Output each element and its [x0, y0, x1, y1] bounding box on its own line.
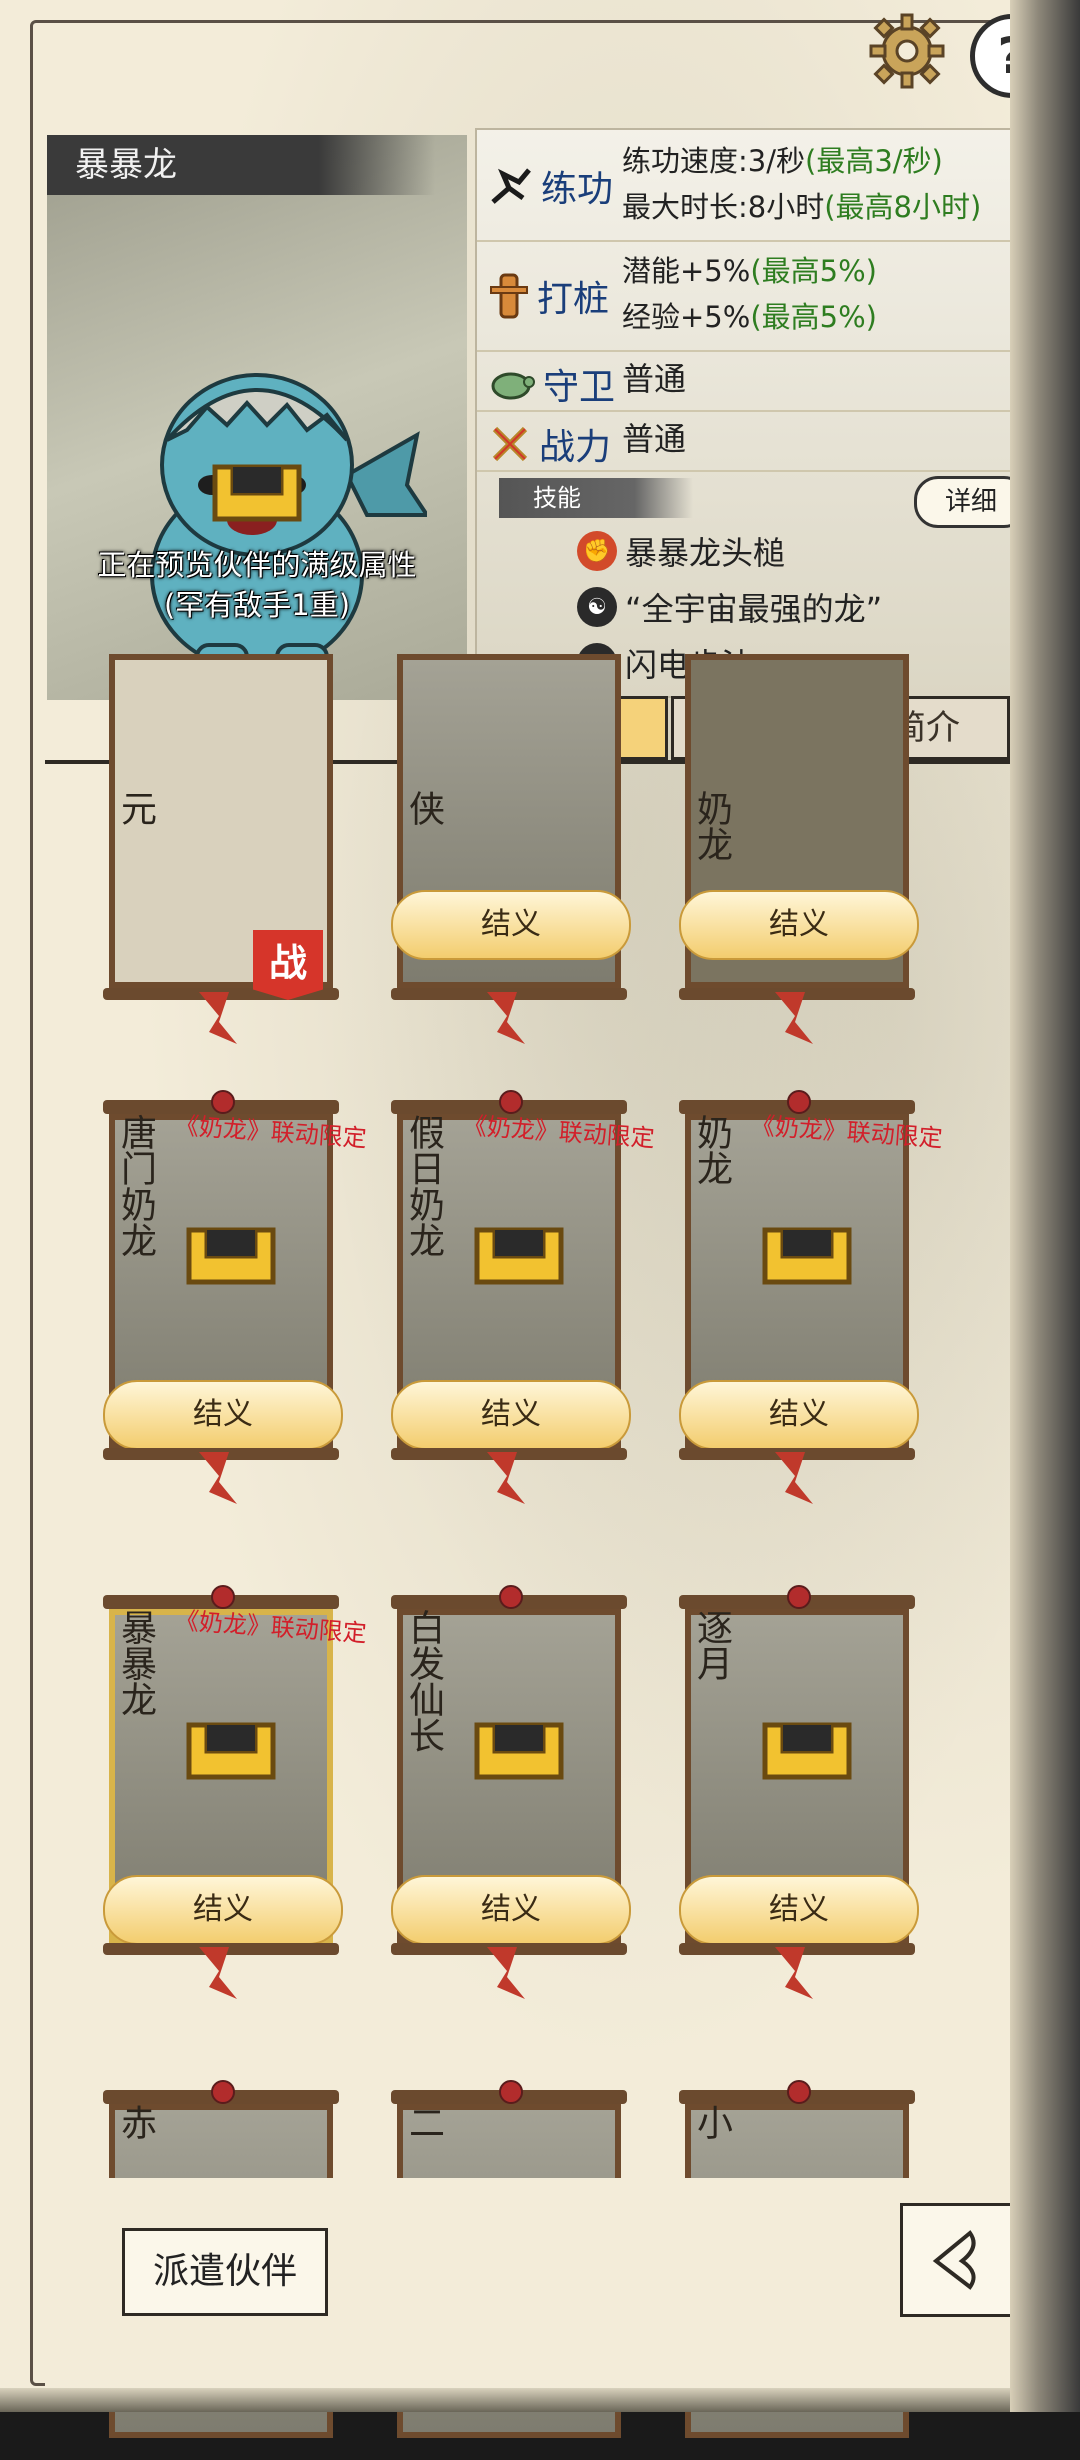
tassel-icon: [487, 992, 525, 1044]
card-name: 奶龙: [691, 1114, 732, 1186]
skill-item[interactable]: ☯ “全宇宙最强的龙”: [577, 584, 882, 630]
bond-button[interactable]: 结义: [103, 1380, 343, 1450]
train-label: 练功: [489, 160, 613, 212]
partner-card[interactable]: 奶龙 结义: [679, 640, 919, 1044]
lock-icon: [186, 1722, 276, 1780]
card-name: 赤: [115, 2104, 156, 2140]
guard-label: 守卫: [489, 358, 615, 410]
partner-card-selected[interactable]: 暴暴龙 《奶龙》联动限定 结义: [103, 1585, 368, 1999]
meditation-icon: ☯: [577, 587, 617, 627]
bond-button[interactable]: 结义: [679, 1875, 919, 1945]
stake-label: 打桩: [489, 270, 609, 322]
book-spine: [1010, 0, 1080, 2412]
card-knob: [787, 2080, 811, 2104]
power-label: 战力: [489, 418, 611, 470]
tassel-icon: [487, 1452, 525, 1504]
card-knob: [499, 2080, 523, 2104]
lock-icon: [762, 1227, 852, 1285]
card-name: 元: [115, 790, 156, 826]
lock-icon: [474, 1227, 564, 1285]
train-speed: 练功速度:3/秒(最高3/秒): [622, 144, 943, 178]
stats-panel: 练功 练功速度:3/秒(最高3/秒) 最大时长:8小时(最高8小时) 打桩 潜能…: [475, 128, 1034, 698]
card-knob: [499, 1585, 523, 1609]
partner-name: 暴暴龙: [47, 135, 435, 195]
guard-row: 守卫 普通: [477, 350, 1032, 412]
wooden-post-icon: [490, 273, 528, 319]
partner-card[interactable]: 唐门奶龙 《奶龙》联动限定 结义: [103, 1090, 368, 1504]
bond-button[interactable]: 结义: [103, 1875, 343, 1945]
bond-button[interactable]: 结义: [679, 890, 919, 960]
partner-card[interactable]: 假日奶龙 《奶龙》联动限定 结义: [391, 1090, 656, 1504]
power-value: 普通: [622, 420, 687, 458]
card-name: 假日奶龙: [403, 1114, 444, 1258]
back-button[interactable]: [900, 2203, 1014, 2317]
martial-figure-icon: [491, 168, 531, 204]
partner-card[interactable]: 侠 结义: [391, 640, 631, 1044]
skill-item[interactable]: ✊ 暴暴龙头槌: [577, 528, 785, 574]
card-name: 唐门奶龙: [115, 1114, 156, 1258]
card-name: 小: [691, 2104, 732, 2140]
card-name: 二: [403, 2104, 444, 2140]
train-duration: 最大时长:8小时(最高8小时): [622, 190, 982, 224]
gear-icon: [869, 13, 945, 89]
bond-button[interactable]: 结义: [391, 1380, 631, 1450]
tassel-icon: [775, 1947, 813, 1999]
stake-potential: 潜能+5%(最高5%): [622, 254, 877, 288]
tassel-icon: [487, 1947, 525, 1999]
card-knob: [211, 2080, 235, 2104]
lock-icon: [186, 1227, 276, 1285]
tassel-icon: [199, 1452, 237, 1504]
crossed-swords-icon: [492, 426, 528, 462]
card-name: 白发仙长: [403, 1609, 444, 1753]
skills-label: 技能: [499, 478, 693, 518]
card-knob: [787, 1585, 811, 1609]
partner-card[interactable]: 白发仙长 结义: [391, 1585, 631, 1999]
card-name: 侠: [403, 790, 444, 826]
card-name: 暴暴龙: [115, 1609, 156, 1717]
tassel-icon: [199, 992, 237, 1044]
preview-note-line2: (罕有敌手1重): [163, 588, 351, 622]
settings-button[interactable]: [868, 12, 946, 90]
tassel-icon: [775, 1452, 813, 1504]
partner-card[interactable]: 逐月 结义: [679, 1585, 919, 1999]
lock-icon: [212, 464, 302, 522]
stake-exp: 经验+5%(最高5%): [622, 300, 877, 334]
partner-card[interactable]: 元 战: [103, 640, 339, 1044]
game-screen: ? 暴暴龙 正在预览伙伴的满级属性 (罕有敌手1重) 练功: [0, 0, 1054, 2438]
stake-row: 打桩 潜能+5%(最高5%) 经验+5%(最高5%): [477, 240, 1032, 352]
card-name: 奶龙: [691, 790, 732, 862]
preview-note-line1: 正在预览伙伴的满级属性: [97, 548, 417, 582]
fist-icon: ✊: [577, 531, 617, 571]
power-row: 战力 普通: [477, 410, 1032, 472]
partner-preview: 暴暴龙 正在预览伙伴的满级属性 (罕有敌手1重): [47, 135, 467, 700]
bond-button[interactable]: 结义: [391, 1875, 631, 1945]
battle-badge: 战: [253, 930, 323, 1000]
guard-value: 普通: [622, 360, 687, 398]
card-name: 逐月: [691, 1609, 732, 1681]
partner-card[interactable]: 奶龙 《奶龙》联动限定 结义: [679, 1090, 944, 1504]
bond-button[interactable]: 结义: [391, 890, 631, 960]
tassel-icon: [775, 992, 813, 1044]
train-row: 练功 练功速度:3/秒(最高3/秒) 最大时长:8小时(最高8小时): [477, 130, 1032, 242]
lock-icon: [762, 1722, 852, 1780]
bond-button[interactable]: 结义: [679, 1380, 919, 1450]
preview-note: 正在预览伙伴的满级属性 (罕有敌手1重): [47, 545, 467, 625]
book-bottom-edge: [0, 2388, 1050, 2412]
dispatch-partner-button[interactable]: 派遣伙伴: [122, 2228, 328, 2316]
back-arrow-icon: [932, 2230, 976, 2290]
lock-icon: [474, 1722, 564, 1780]
tassel-icon: [199, 1947, 237, 1999]
tortoise-icon: [491, 372, 535, 400]
